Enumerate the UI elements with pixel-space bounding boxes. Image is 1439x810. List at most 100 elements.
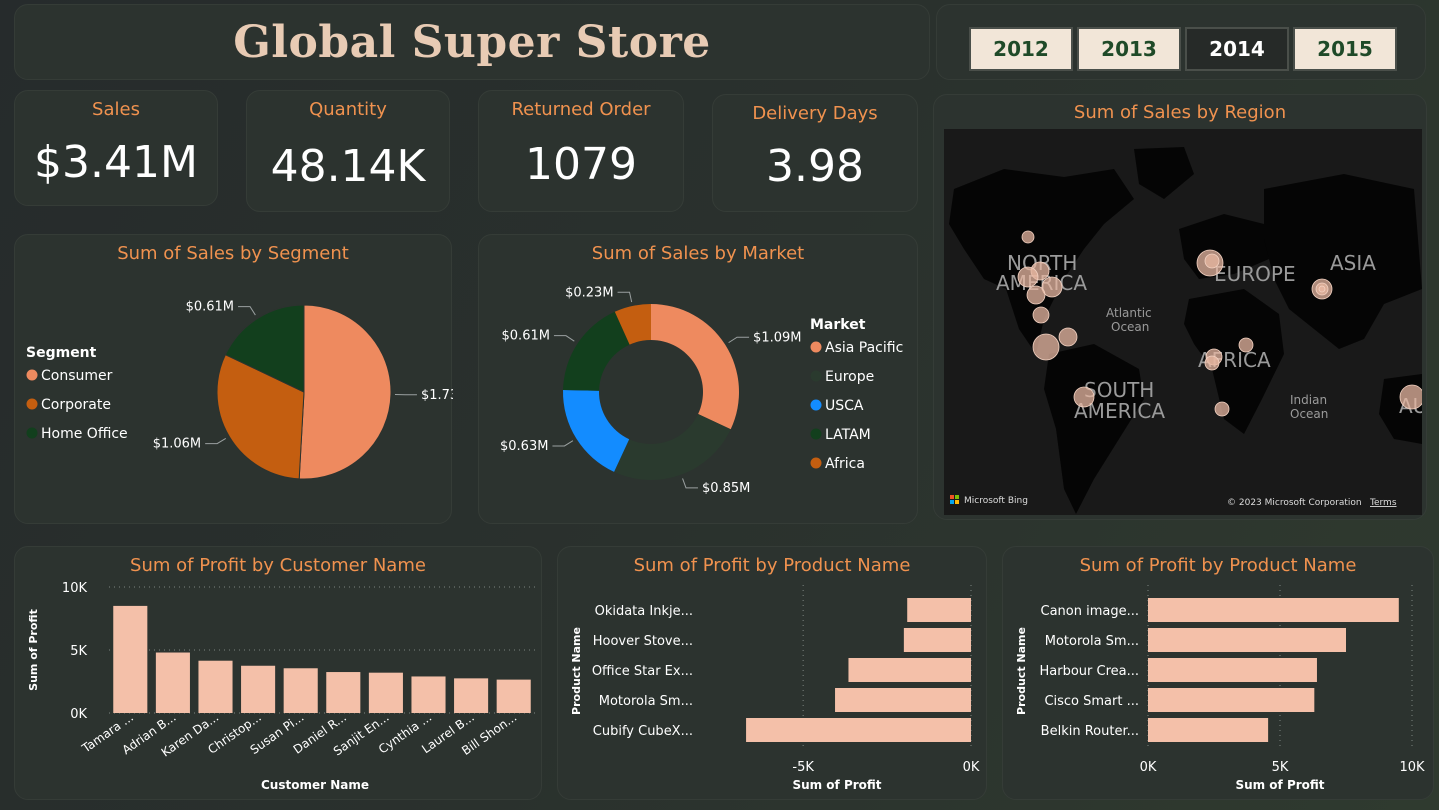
y-tick-label: 5K xyxy=(70,644,87,659)
region-bubble[interactable] xyxy=(1017,266,1039,288)
region-bubble[interactable] xyxy=(1032,333,1060,361)
data-label: $0.61M xyxy=(502,329,550,344)
y-tick-label: Cisco Smart ... xyxy=(1044,694,1139,709)
bar[interactable] xyxy=(241,665,276,713)
y-axis-label: Product Name xyxy=(1015,627,1028,715)
year-button-2015[interactable]: 2015 xyxy=(1293,27,1397,71)
bar[interactable] xyxy=(903,628,971,652)
kpi-returned-label: Returned Order xyxy=(511,99,651,120)
y-tick-label: Motorola Sm... xyxy=(1045,634,1139,649)
region-bubble[interactable] xyxy=(1058,327,1078,347)
kpi-delivery-value: 3.98 xyxy=(766,141,864,192)
product-loss-card: Sum of Profit by Product Name -5K 0K Okida… xyxy=(557,546,987,800)
y-tick-label: 0K xyxy=(70,707,87,722)
region-bubble[interactable] xyxy=(1021,230,1035,244)
bar[interactable] xyxy=(496,679,531,713)
legend-marker-home-office xyxy=(26,427,38,439)
y-tick-label: Canon image... xyxy=(1041,604,1140,619)
kpi-delivery-card: Delivery Days 3.98 xyxy=(712,94,918,212)
leader-line xyxy=(205,438,227,445)
bar[interactable] xyxy=(198,660,233,713)
page-title: Global Super Store xyxy=(233,16,711,68)
legend-item-usca[interactable]: USCA xyxy=(825,398,864,414)
data-label: $0.61M xyxy=(186,300,234,315)
legend-marker-usca xyxy=(810,399,822,411)
bar[interactable] xyxy=(368,672,403,713)
legend-item-latam[interactable]: LATAM xyxy=(825,427,871,443)
slice-asia-pacific[interactable] xyxy=(651,304,739,430)
market-donut-card: Sum of Sales by Market $1.09M $0.85M $0.63… xyxy=(478,234,918,524)
data-label: $0.23M xyxy=(565,285,613,300)
bar[interactable] xyxy=(1148,718,1269,742)
map-label: EUROPE xyxy=(1214,262,1296,286)
legend-item-corporate[interactable]: Corporate xyxy=(41,397,111,413)
legend-title: Market xyxy=(810,317,866,333)
kpi-quantity-card: Quantity 48.14K xyxy=(246,90,450,212)
region-bubble[interactable] xyxy=(1204,355,1220,371)
bar[interactable] xyxy=(1148,598,1399,622)
bar[interactable] xyxy=(848,658,971,682)
region-bubble[interactable] xyxy=(1214,401,1230,417)
legend-item-consumer[interactable]: Consumer xyxy=(41,368,113,384)
region-bubble[interactable] xyxy=(1026,285,1046,305)
leader-line xyxy=(682,478,698,489)
data-label: $0.63M xyxy=(500,439,548,454)
slice-consumer[interactable] xyxy=(298,304,392,480)
kpi-sales-value: $3.41M xyxy=(34,137,198,188)
year-button-2012[interactable]: 2012 xyxy=(969,27,1073,71)
bar[interactable] xyxy=(411,676,446,713)
year-button-2013[interactable]: 2013 xyxy=(1077,27,1181,71)
legend-item-home-office[interactable]: Home Office xyxy=(41,426,128,442)
region-bubble[interactable] xyxy=(1073,386,1095,408)
kpi-quantity-value: 48.14K xyxy=(270,141,426,192)
leader-line xyxy=(552,440,574,447)
kpi-sales-card: Sales $3.41M xyxy=(14,90,218,206)
region-bubble[interactable] xyxy=(1318,285,1326,293)
customer-profit-card: Sum of Profit by Customer Name 0K 5K 10K Ta… xyxy=(14,546,542,800)
map-label: ASIA xyxy=(1330,251,1376,275)
bar[interactable] xyxy=(113,605,148,713)
bar[interactable] xyxy=(1148,658,1317,682)
slice-europe[interactable] xyxy=(614,414,731,481)
segment-pie-chart: $1.73M $1.06M $0.61M Segment Consumer Corpora… xyxy=(26,300,453,480)
legend-marker-latam xyxy=(810,428,822,440)
bar[interactable] xyxy=(1148,688,1315,712)
slice-latam[interactable] xyxy=(563,311,630,391)
product-profit-chart: 0K 5K 10K Canon image... Motorola Sm... Harbo… xyxy=(1015,585,1425,792)
y-tick-label: Harbour Crea... xyxy=(1039,664,1139,679)
bar[interactable] xyxy=(454,678,489,713)
bar[interactable] xyxy=(155,652,190,713)
bar[interactable] xyxy=(907,598,971,622)
legend-marker-asia-pacific xyxy=(810,341,822,353)
title-card: Global Super Store xyxy=(14,4,930,80)
leader-line xyxy=(553,335,575,342)
legend-title: Segment xyxy=(26,345,97,361)
legend-item-europe[interactable]: Europe xyxy=(825,369,874,385)
legend-item-asia-pacific[interactable]: Asia Pacific xyxy=(825,340,903,356)
bar[interactable] xyxy=(835,688,971,712)
data-label: $1.73M xyxy=(421,388,453,403)
region-bubble[interactable] xyxy=(1032,306,1050,324)
region-bubble[interactable] xyxy=(1204,253,1220,269)
year-button-2014[interactable]: 2014 xyxy=(1185,27,1289,71)
bar[interactable] xyxy=(746,718,971,742)
region-bubble[interactable] xyxy=(1399,384,1422,410)
map-label: Atlantic xyxy=(1106,306,1152,320)
bar[interactable] xyxy=(326,672,361,713)
map-terms-link[interactable]: Terms xyxy=(1369,498,1397,508)
region-bubble[interactable] xyxy=(1238,337,1254,353)
kpi-quantity-label: Quantity xyxy=(309,99,387,120)
map-copyright: © 2023 Microsoft Corporation xyxy=(1227,498,1362,508)
kpi-returned-value: 1079 xyxy=(525,139,637,190)
legend-item-africa[interactable]: Africa xyxy=(825,456,865,472)
x-tick-label: 0K xyxy=(963,760,980,775)
data-label: $1.09M xyxy=(753,330,801,345)
region-map[interactable]: NORTHAMERICAEUROPEASIAAFRICASOUTHAMERICA… xyxy=(944,129,1422,515)
slice-usca[interactable] xyxy=(563,389,630,472)
bar[interactable] xyxy=(1148,628,1346,652)
map-label: Indian xyxy=(1290,393,1327,407)
map-label: Ocean xyxy=(1290,407,1328,421)
bar[interactable] xyxy=(283,668,318,713)
bing-logo-icon xyxy=(955,500,959,504)
x-axis-label: Sum of Profit xyxy=(1235,778,1324,792)
